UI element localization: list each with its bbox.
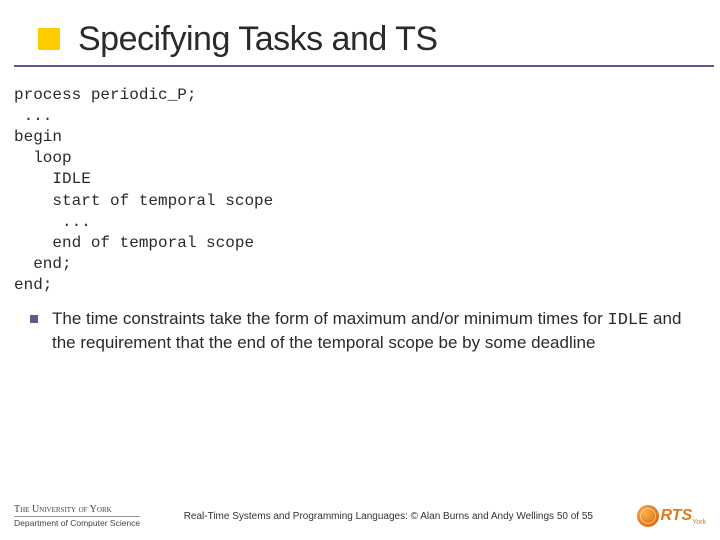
rts-subtext: York xyxy=(692,519,706,526)
title-bullet-icon xyxy=(38,28,60,50)
title-area: Specifying Tasks and TS xyxy=(0,0,720,75)
department-name: Department of Computer Science xyxy=(14,517,140,528)
globe-icon xyxy=(637,505,659,527)
title-divider xyxy=(14,65,714,67)
page-title: Specifying Tasks and TS xyxy=(78,20,720,59)
rts-text: RTS xyxy=(661,507,693,525)
footer-credit: Real-Time Systems and Programming Langua… xyxy=(140,511,636,522)
footer: The University of York Department of Com… xyxy=(0,504,720,528)
university-name: The University of York xyxy=(14,504,140,517)
university-logo: The University of York Department of Com… xyxy=(14,504,140,528)
square-bullet-icon xyxy=(30,315,38,323)
bullet-text-mono: IDLE xyxy=(608,311,649,330)
rts-logo: RTS York xyxy=(637,505,706,527)
code-block: process periodic_P; ... begin loop IDLE … xyxy=(14,85,720,296)
bullet-text: The time constraints take the form of ma… xyxy=(52,308,690,354)
bullet-text-pre: The time constraints take the form of ma… xyxy=(52,309,608,328)
bullet-row: The time constraints take the form of ma… xyxy=(30,308,690,354)
